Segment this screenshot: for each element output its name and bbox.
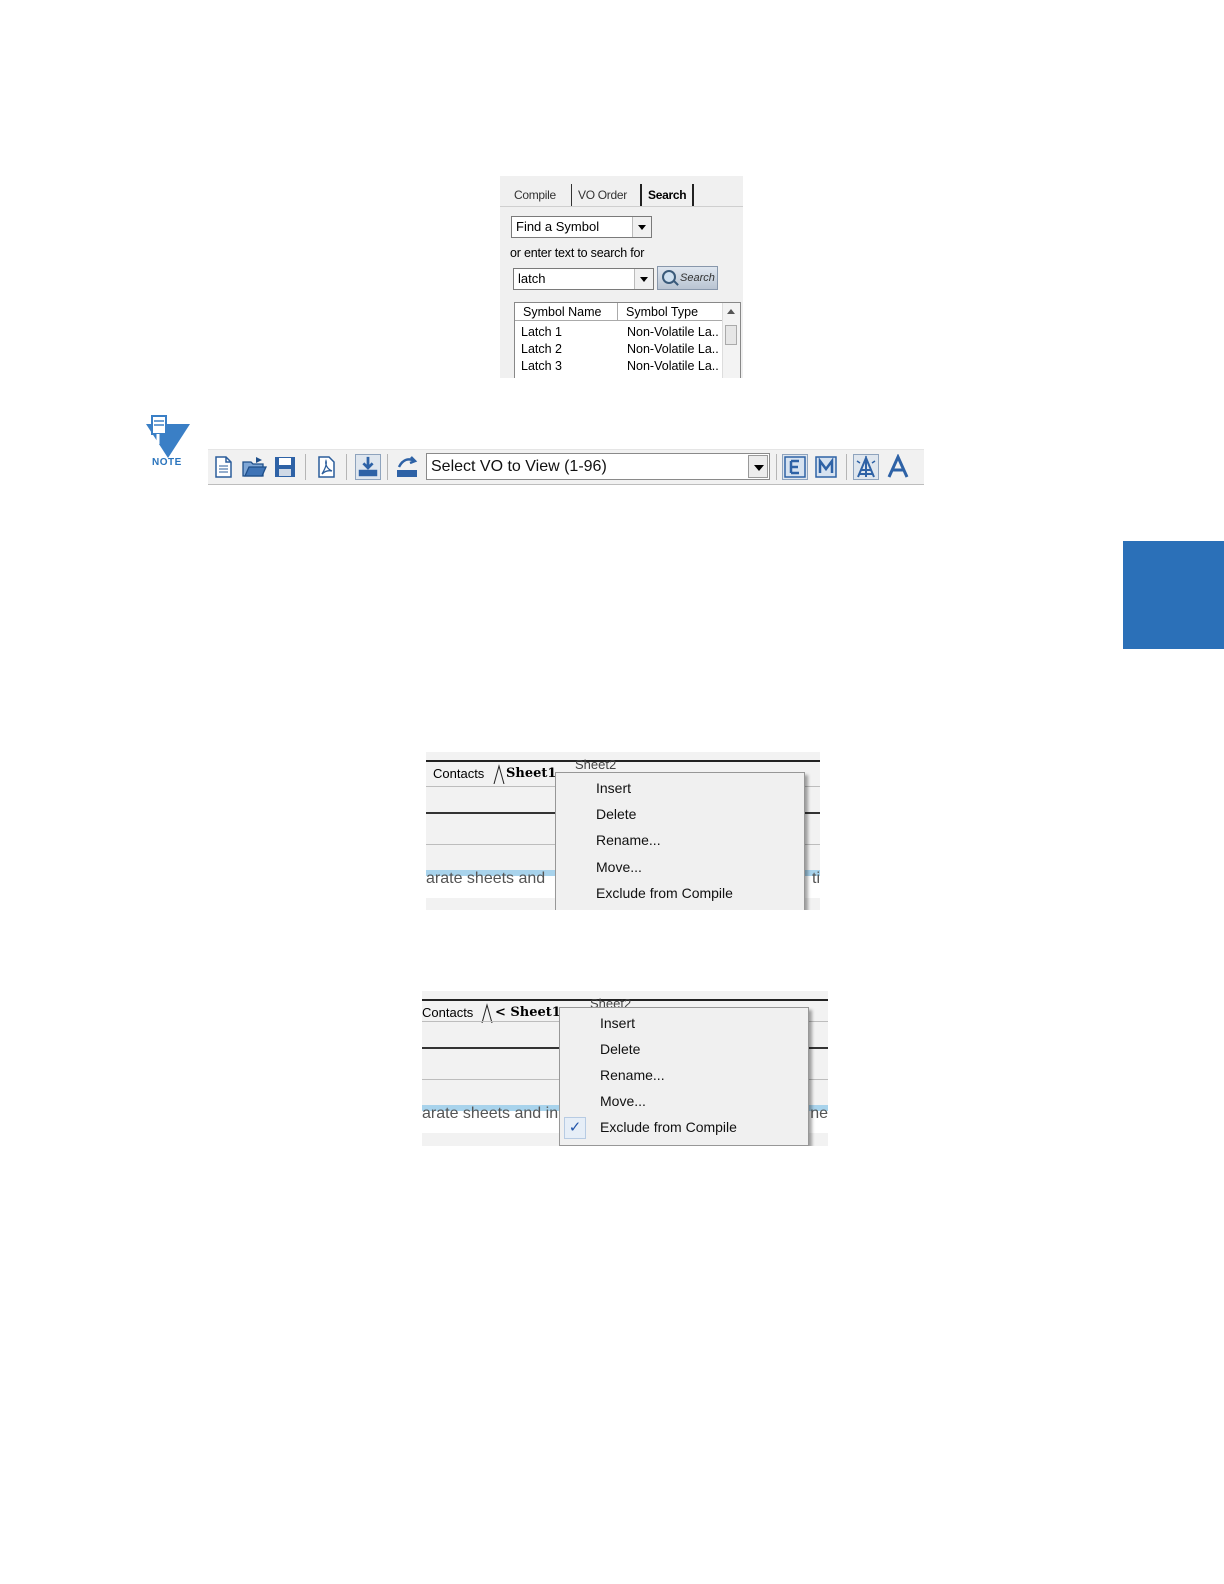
sheet-context-menu: Insert Delete Rename... Move... ✓ Exclud… bbox=[559, 1007, 809, 1146]
enter-text-label: or enter text to search for bbox=[510, 246, 645, 260]
search-button[interactable]: Search bbox=[657, 266, 718, 290]
search-input[interactable]: latch bbox=[513, 268, 654, 290]
m-icon[interactable] bbox=[813, 454, 839, 480]
column-header-symbol-name[interactable]: Symbol Name bbox=[515, 303, 618, 321]
table-row-name[interactable]: Latch 3 bbox=[521, 358, 616, 375]
toolbar-divider bbox=[387, 454, 388, 480]
search-button-label: Search bbox=[680, 272, 715, 284]
open-folder-icon[interactable] bbox=[241, 454, 268, 480]
toolbar-divider bbox=[346, 454, 347, 480]
background-text-right: ne bbox=[810, 1105, 828, 1122]
vo-select-dropdown[interactable]: Select VO to View (1-96) bbox=[426, 453, 770, 480]
menu-item-exclude-from-compile[interactable]: Exclude from Compile bbox=[596, 885, 733, 901]
scroll-thumb[interactable] bbox=[725, 325, 737, 345]
toolbar: Select VO to View (1-96) bbox=[208, 449, 924, 485]
menu-item-insert[interactable]: Insert bbox=[600, 1015, 635, 1031]
magnifier-icon bbox=[662, 270, 676, 284]
tab-strip-border bbox=[426, 760, 820, 762]
a-icon[interactable] bbox=[885, 453, 911, 480]
toolbar-divider bbox=[776, 454, 777, 480]
tab-sheet1[interactable]: Sheet1 bbox=[506, 765, 556, 783]
results-scrollbar[interactable] bbox=[722, 303, 740, 378]
background-text-left: arate sheets and in bbox=[422, 1105, 559, 1122]
menu-item-move[interactable]: Move... bbox=[600, 1093, 646, 1109]
new-file-icon[interactable] bbox=[210, 454, 236, 480]
search-panel: Compile VO Order Search Find a Symbol or… bbox=[500, 176, 743, 378]
sheet-context-menu: Insert Delete Rename... Move... Exclude … bbox=[555, 772, 805, 910]
tab-contacts[interactable]: Contacts bbox=[422, 1004, 473, 1022]
column-header-symbol-type[interactable]: Symbol Type bbox=[618, 303, 723, 321]
download-icon[interactable] bbox=[355, 454, 381, 480]
tab-vo-order[interactable]: VO Order bbox=[571, 184, 633, 206]
upload-icon[interactable] bbox=[394, 454, 420, 480]
note-label: NOTE bbox=[152, 457, 182, 468]
chevron-down-icon[interactable] bbox=[632, 217, 651, 237]
tab-search[interactable]: Search bbox=[640, 184, 695, 206]
menu-item-delete[interactable]: Delete bbox=[596, 806, 636, 822]
menu-item-rename[interactable]: Rename... bbox=[596, 832, 661, 848]
chevron-down-icon[interactable] bbox=[634, 269, 653, 289]
tab-contacts[interactable]: Contacts bbox=[433, 765, 484, 783]
search-input-value: latch bbox=[518, 271, 546, 286]
menu-item-move[interactable]: Move... bbox=[596, 859, 642, 875]
pdf-icon[interactable] bbox=[313, 454, 339, 480]
vo-select-value: Select VO to View (1-96) bbox=[431, 458, 607, 475]
table-row-type[interactable]: Non-Volatile La.. bbox=[627, 358, 721, 375]
chapter-side-tab bbox=[1123, 541, 1224, 649]
search-type-dropdown[interactable]: Find a Symbol bbox=[511, 216, 652, 238]
chevron-down-icon[interactable] bbox=[748, 455, 768, 478]
table-row-type[interactable]: Non-Volatile La.. bbox=[627, 324, 721, 341]
menu-item-delete[interactable]: Delete bbox=[600, 1041, 640, 1057]
toolbar-divider bbox=[846, 454, 847, 480]
compile-tower-icon[interactable] bbox=[853, 454, 879, 480]
menu-item-rename[interactable]: Rename... bbox=[600, 1067, 665, 1083]
scroll-up-icon[interactable] bbox=[727, 309, 735, 314]
sheet-context-menu-screenshot: Contacts Sheet1 Sheet2 arate sheets and … bbox=[426, 752, 820, 910]
results-table: Symbol Name Symbol Type Latch 1 Non-Vola… bbox=[514, 302, 741, 378]
table-row-name[interactable]: Latch 2 bbox=[521, 341, 616, 358]
toolbar-divider bbox=[305, 454, 306, 480]
table-row-type[interactable]: Non-Volatile La.. bbox=[627, 341, 721, 358]
background-text-right: ti bbox=[812, 870, 820, 887]
background-text-left: arate sheets and bbox=[426, 870, 546, 887]
menu-item-exclude-from-compile[interactable]: Exclude from Compile bbox=[600, 1119, 737, 1135]
save-icon[interactable] bbox=[272, 454, 298, 480]
tab-divider bbox=[500, 206, 743, 207]
sheet-context-menu-checked-screenshot: Contacts < Sheet1 > Sheet2 arate sheets … bbox=[422, 991, 828, 1146]
e-icon[interactable] bbox=[782, 454, 808, 480]
table-row-name[interactable]: Latch 1 bbox=[521, 324, 616, 341]
checkmark-icon: ✓ bbox=[564, 1117, 586, 1139]
menu-item-insert[interactable]: Insert bbox=[596, 780, 631, 796]
search-type-value: Find a Symbol bbox=[516, 219, 600, 234]
tab-compile[interactable]: Compile bbox=[508, 184, 562, 206]
